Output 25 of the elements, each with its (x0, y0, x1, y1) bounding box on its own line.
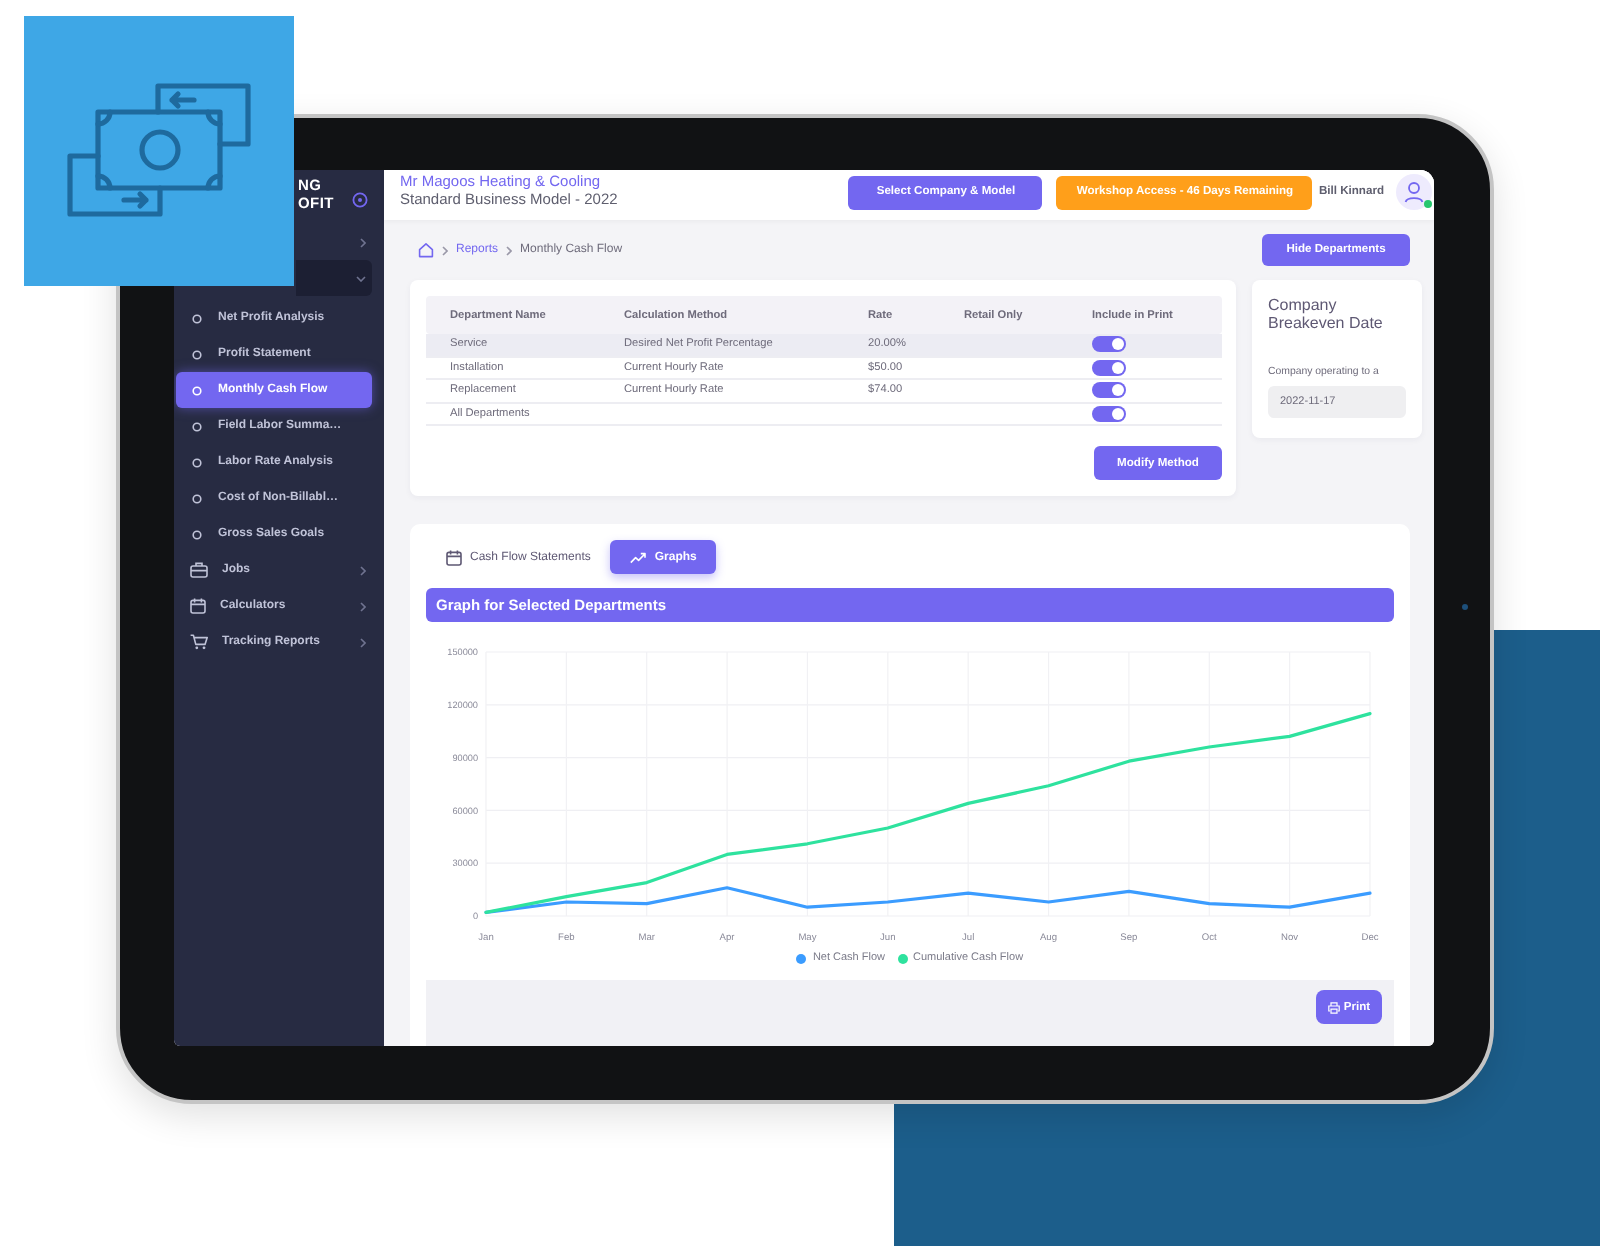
card-title: Company Breakeven Date (1268, 296, 1385, 332)
banknotes-icon (65, 82, 253, 220)
chevron-right-icon (506, 245, 513, 255)
cart-icon (190, 634, 208, 650)
circle-bullet-icon (192, 349, 202, 359)
ring-icon[interactable] (352, 192, 368, 208)
toggle-switch[interactable] (1092, 359, 1126, 376)
calendar-icon (190, 598, 206, 614)
toggle-switch[interactable] (1092, 405, 1126, 422)
circle-bullet-icon (192, 493, 202, 503)
trend-line-icon (630, 551, 647, 563)
briefcase-icon (190, 562, 208, 578)
circle-bullet-icon (192, 457, 202, 467)
user-avatar-icon[interactable] (1396, 174, 1432, 210)
calendar-icon (446, 549, 462, 565)
chevron-right-icon (442, 245, 448, 255)
circle-bullet-icon (192, 313, 202, 323)
circle-bullet-icon (192, 385, 202, 395)
toggle-switch[interactable] (1092, 382, 1126, 399)
toggle-switch[interactable] (1092, 336, 1126, 353)
camera-lens-icon (1462, 604, 1468, 610)
home-icon[interactable] (418, 242, 434, 258)
circle-bullet-icon (192, 421, 202, 431)
circle-bullet-icon (192, 529, 202, 539)
printer-icon (1327, 1001, 1340, 1013)
